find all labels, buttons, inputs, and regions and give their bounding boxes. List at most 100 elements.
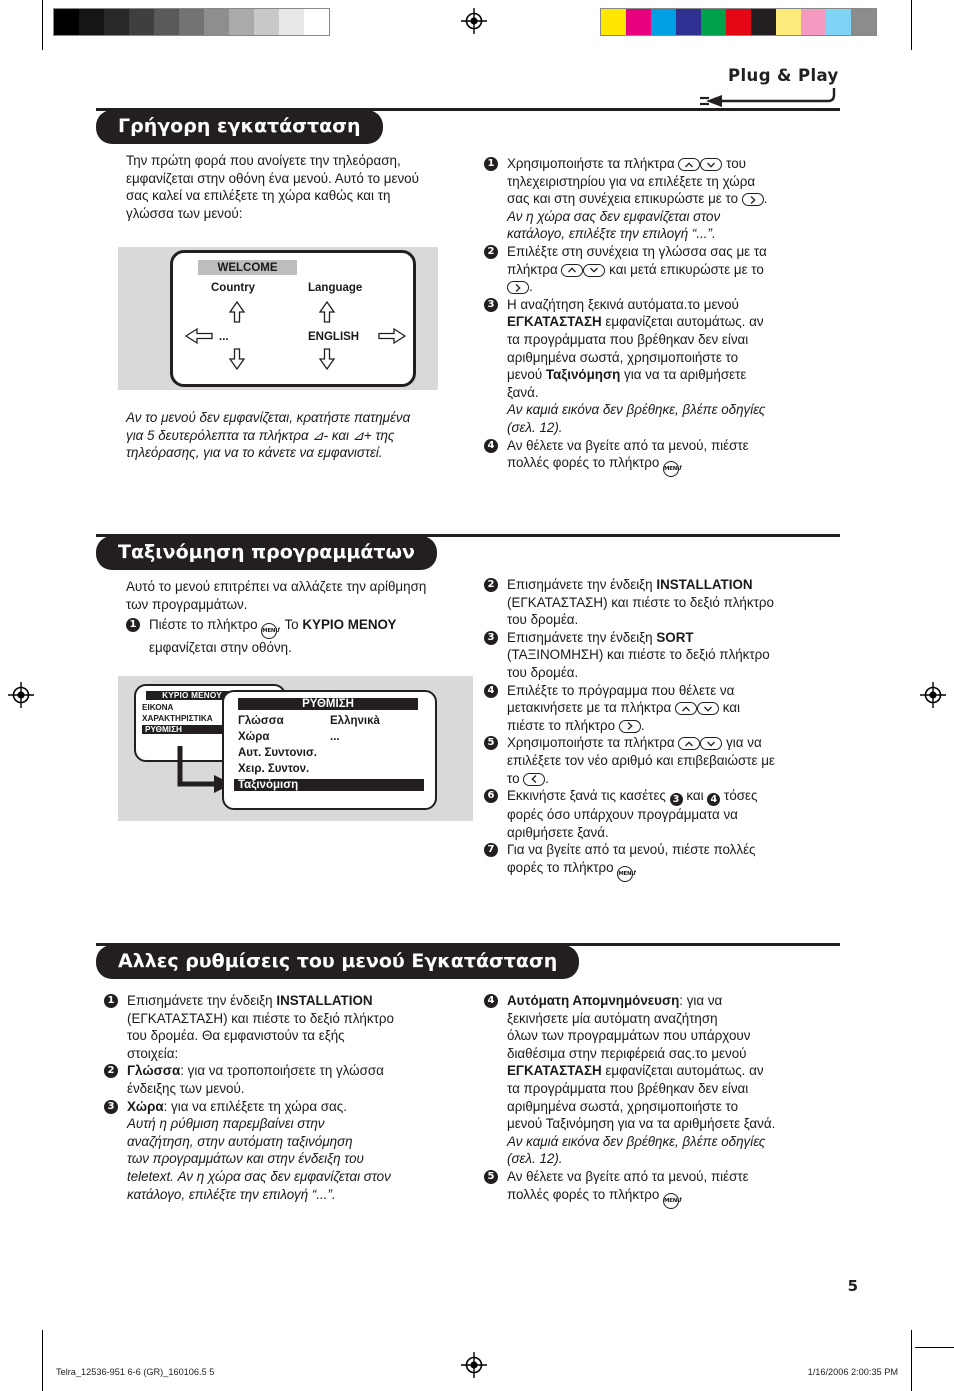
step-line: πιέστε το πλήκτρο . (507, 717, 645, 733)
cursor-right-key-icon[interactable] (507, 281, 529, 295)
main-menu-item-picture[interactable]: ΕΙΚΟΝΑ (142, 703, 173, 712)
step-line: Αυτόματη Απομνημόνευση: για να (507, 993, 723, 1008)
submenu-title: ΡΥΘΜΙΣΗ (238, 698, 418, 710)
step-number-badge: 1 (126, 618, 140, 632)
program-sort-steps: 2 Επισημάνετε την ένδειξη INSTALLATION (ΕΓ… (484, 576, 844, 882)
instruction-step: 6 Εκκινήστε ξανά τις κασέτες 3 και 4 τόσε… (484, 787, 844, 841)
step-line: εμφανίζεται στην οθόνη. (149, 640, 292, 655)
footer-timestamp: 1/16/2006 2:00:35 PM (807, 1367, 898, 1377)
cursor-up-key-icon[interactable] (678, 737, 701, 751)
plug-and-play-logo: Plug & Play (700, 66, 860, 114)
submenu-row-language-label[interactable]: Γλώσσα (238, 715, 284, 727)
step-number-badge: 4 (484, 994, 498, 1008)
calibration-swatch (154, 9, 179, 35)
cursor-up-down-keys[interactable] (678, 734, 723, 752)
cursor-down-key-icon[interactable] (696, 702, 719, 716)
instruction-step: 2 Επιλέξτε στη συνέχεια τη γλώσσα σας με … (484, 243, 844, 296)
step-number-badge: 5 (484, 736, 498, 751)
calibration-swatch (626, 9, 651, 35)
calibration-swatch (279, 9, 304, 35)
step-line: Επισημάνετε την ένδειξη SORT (507, 629, 694, 645)
arrow-right-icon (378, 327, 406, 345)
step-line: μετακινήσετε με τα πλήκτρα και (507, 699, 740, 717)
step-line: Επιλέξτε το πρόγραμμα που θέλετε να (507, 682, 735, 698)
step-line: Εκκινήστε ξανά τις κασέτες 3 και 4 τόσες (507, 788, 758, 807)
step-line: teletext. Αν η χώρα σας δεν εμφανίζεται … (127, 1168, 391, 1184)
document-page: Plug & Play Γρήγορη εγκατάσταση Την πρώτ… (0, 0, 954, 1391)
trim-line (42, 1330, 43, 1391)
welcome-language-label: Language (308, 282, 363, 294)
step-number-badge: 2 (484, 244, 498, 259)
other-settings-right-steps: 4 Αυτόματη Απομνημόνευση: για να ξεκινήσετ… (484, 992, 844, 1209)
step-line: κατάλογο, επιλέξτε την επιλογή “...”. (127, 1186, 336, 1202)
step-line: φορές όσο υπάρχουν προγράμματα να (507, 807, 738, 823)
quick-install-steps: 1 Χρησιμοποιήστε τα πλήκτρα του τηλεχειρισ… (484, 155, 844, 478)
cursor-up-down-keys[interactable] (674, 699, 719, 717)
cursor-up-down-keys[interactable] (678, 155, 723, 173)
arrow-down-icon (318, 348, 336, 370)
registration-mark-bottom (461, 1352, 487, 1378)
step-line: πλήκτρα και μετά επικυρώστε με το (507, 261, 764, 279)
instruction-step: 3 Επισημάνετε την ένδειξη SORT (ΤΑΞΙΝΟΜΗΣΗ… (484, 629, 844, 682)
cursor-left-key-icon[interactable] (523, 772, 546, 786)
step-line: Επισημάνετε την ένδειξη INSTALLATION (127, 993, 373, 1008)
step-number-badge: 2 (104, 1064, 118, 1079)
step-line: κατάλογο, επιλέξτε την επιλογή “...”. (507, 226, 716, 242)
step-line: Αυτή η ρύθμιση παρεμβαίνει στην (127, 1116, 325, 1132)
menu-key-icon[interactable]: MENU (663, 1192, 681, 1209)
instruction-step: 5 Χρησιμοποιήστε τα πλήκτρα για να επιλέξε… (484, 734, 844, 787)
menu-key-icon[interactable]: MENU (663, 461, 681, 478)
step-line: (ΕΓΚΑΤΑΣΤΑΣΗ) και πιέστε το δεξιό πλήκτρ… (127, 1010, 394, 1026)
cursor-down-key-icon[interactable] (700, 737, 723, 751)
arrow-left-icon (185, 327, 213, 345)
step-number-badge: 3 (104, 1099, 118, 1114)
step-line: Για να βγείτε από τα μενού, πιέστε πολλέ… (507, 842, 756, 858)
cursor-up-key-icon[interactable] (678, 158, 701, 171)
section-title-program-sort: Ταξινόμηση προγραμμάτων (96, 536, 437, 570)
submenu-row-country-label[interactable]: Χώρα (238, 731, 269, 743)
step-line: Γλώσσα: για να τροποποιήσετε τη γλώσσα (127, 1063, 384, 1079)
cursor-up-key-icon[interactable] (674, 702, 697, 716)
calibration-swatch (304, 9, 329, 35)
cursor-right-key-icon[interactable] (741, 193, 764, 207)
step-line: στοιχεία: (127, 1045, 179, 1061)
grayscale-calibration-bar (53, 8, 330, 36)
section-title-quick-install: Γρήγορη εγκατάσταση (96, 110, 383, 144)
cursor-down-key-icon[interactable] (700, 158, 723, 171)
menu-figure: ΚΥΡΙΟ ΜΕΝΟΥ ΕΙΚΟΝΑ ΧΑΡΑΚΤΗΡΙΣΤΙΚΑ ΡΥΘΜΙΣ… (118, 676, 473, 821)
submenu-row-sort[interactable]: Ταξινόμιση (234, 779, 424, 791)
welcome-language-value: ENGLISH (308, 331, 360, 343)
instruction-step: 2 Επισημάνετε την ένδειξη INSTALLATION (ΕΓ… (484, 576, 844, 629)
step-number-badge: 5 (484, 1169, 498, 1184)
step-line: Αν θέλετε να βγείτε από τα μενού, πιέστε (507, 1168, 749, 1184)
step-ref-bullet: 4 (707, 793, 721, 807)
step-line: Επισημάνετε την ένδειξη INSTALLATION (507, 577, 753, 592)
submenu-row-manualtune[interactable]: Χειρ. Συντον. (238, 763, 309, 775)
plug-and-play-label: Plug & Play (728, 66, 839, 85)
cursor-up-key-icon[interactable] (561, 263, 584, 277)
step-line: (ΤΑΞΙΝΟΜΗΣΗ) και πιέστε το δεξιό πλήκτρο (507, 647, 770, 663)
step-line: Η αναζήτηση ξεκινά αυτόματα.το μενού (507, 296, 739, 312)
submenu-row-language-value: Ελληνικà (330, 715, 380, 727)
calibration-swatch (676, 9, 701, 35)
cursor-up-down-keys[interactable] (561, 261, 606, 279)
submenu-row-autotune[interactable]: Αυτ. Συντονισ. (238, 747, 317, 759)
menu-key-icon[interactable]: MENU (617, 865, 636, 882)
step-line: μενού Ταξινόμηση για να τα αριθμήσετε ξα… (507, 1116, 776, 1132)
menu-key-icon[interactable]: MENU (261, 623, 280, 639)
step-line: διαθέσιμα στην περιφέρειά σας.το μενού (507, 1045, 747, 1061)
cursor-right-key-icon[interactable] (618, 719, 641, 733)
step-line: Χρησιμοποιήστε τα πλήκτρα για να (507, 734, 762, 752)
step-line: Πιέστε το πλήκτρο MENU. Το ΚΥΡΙΟ ΜΕΝΟΥ (149, 616, 456, 639)
step-line: πολλές φορές το πλήκτρο MENU. (507, 1186, 844, 1209)
calibration-swatch (851, 9, 876, 35)
step-number-badge: 1 (484, 157, 498, 171)
step-line: ΕΓΚΑΤΑΣΤΑΣΗ εμφανίζεται αυτομάτως. αν (507, 314, 764, 330)
step-line: ξανά. (507, 384, 539, 400)
main-menu-item-features[interactable]: ΧΑΡΑΚΤΗΡΙΣΤΙΚΑ (142, 714, 213, 723)
step-line: αριθμημένα σωστά, χρησιμοποιήστε το (507, 349, 739, 365)
welcome-figure: WELCOME Country Language ... ENGLISH (118, 247, 438, 390)
cursor-down-key-icon[interactable] (583, 263, 606, 277)
calibration-swatch (54, 9, 79, 35)
welcome-title: WELCOME (198, 260, 297, 275)
